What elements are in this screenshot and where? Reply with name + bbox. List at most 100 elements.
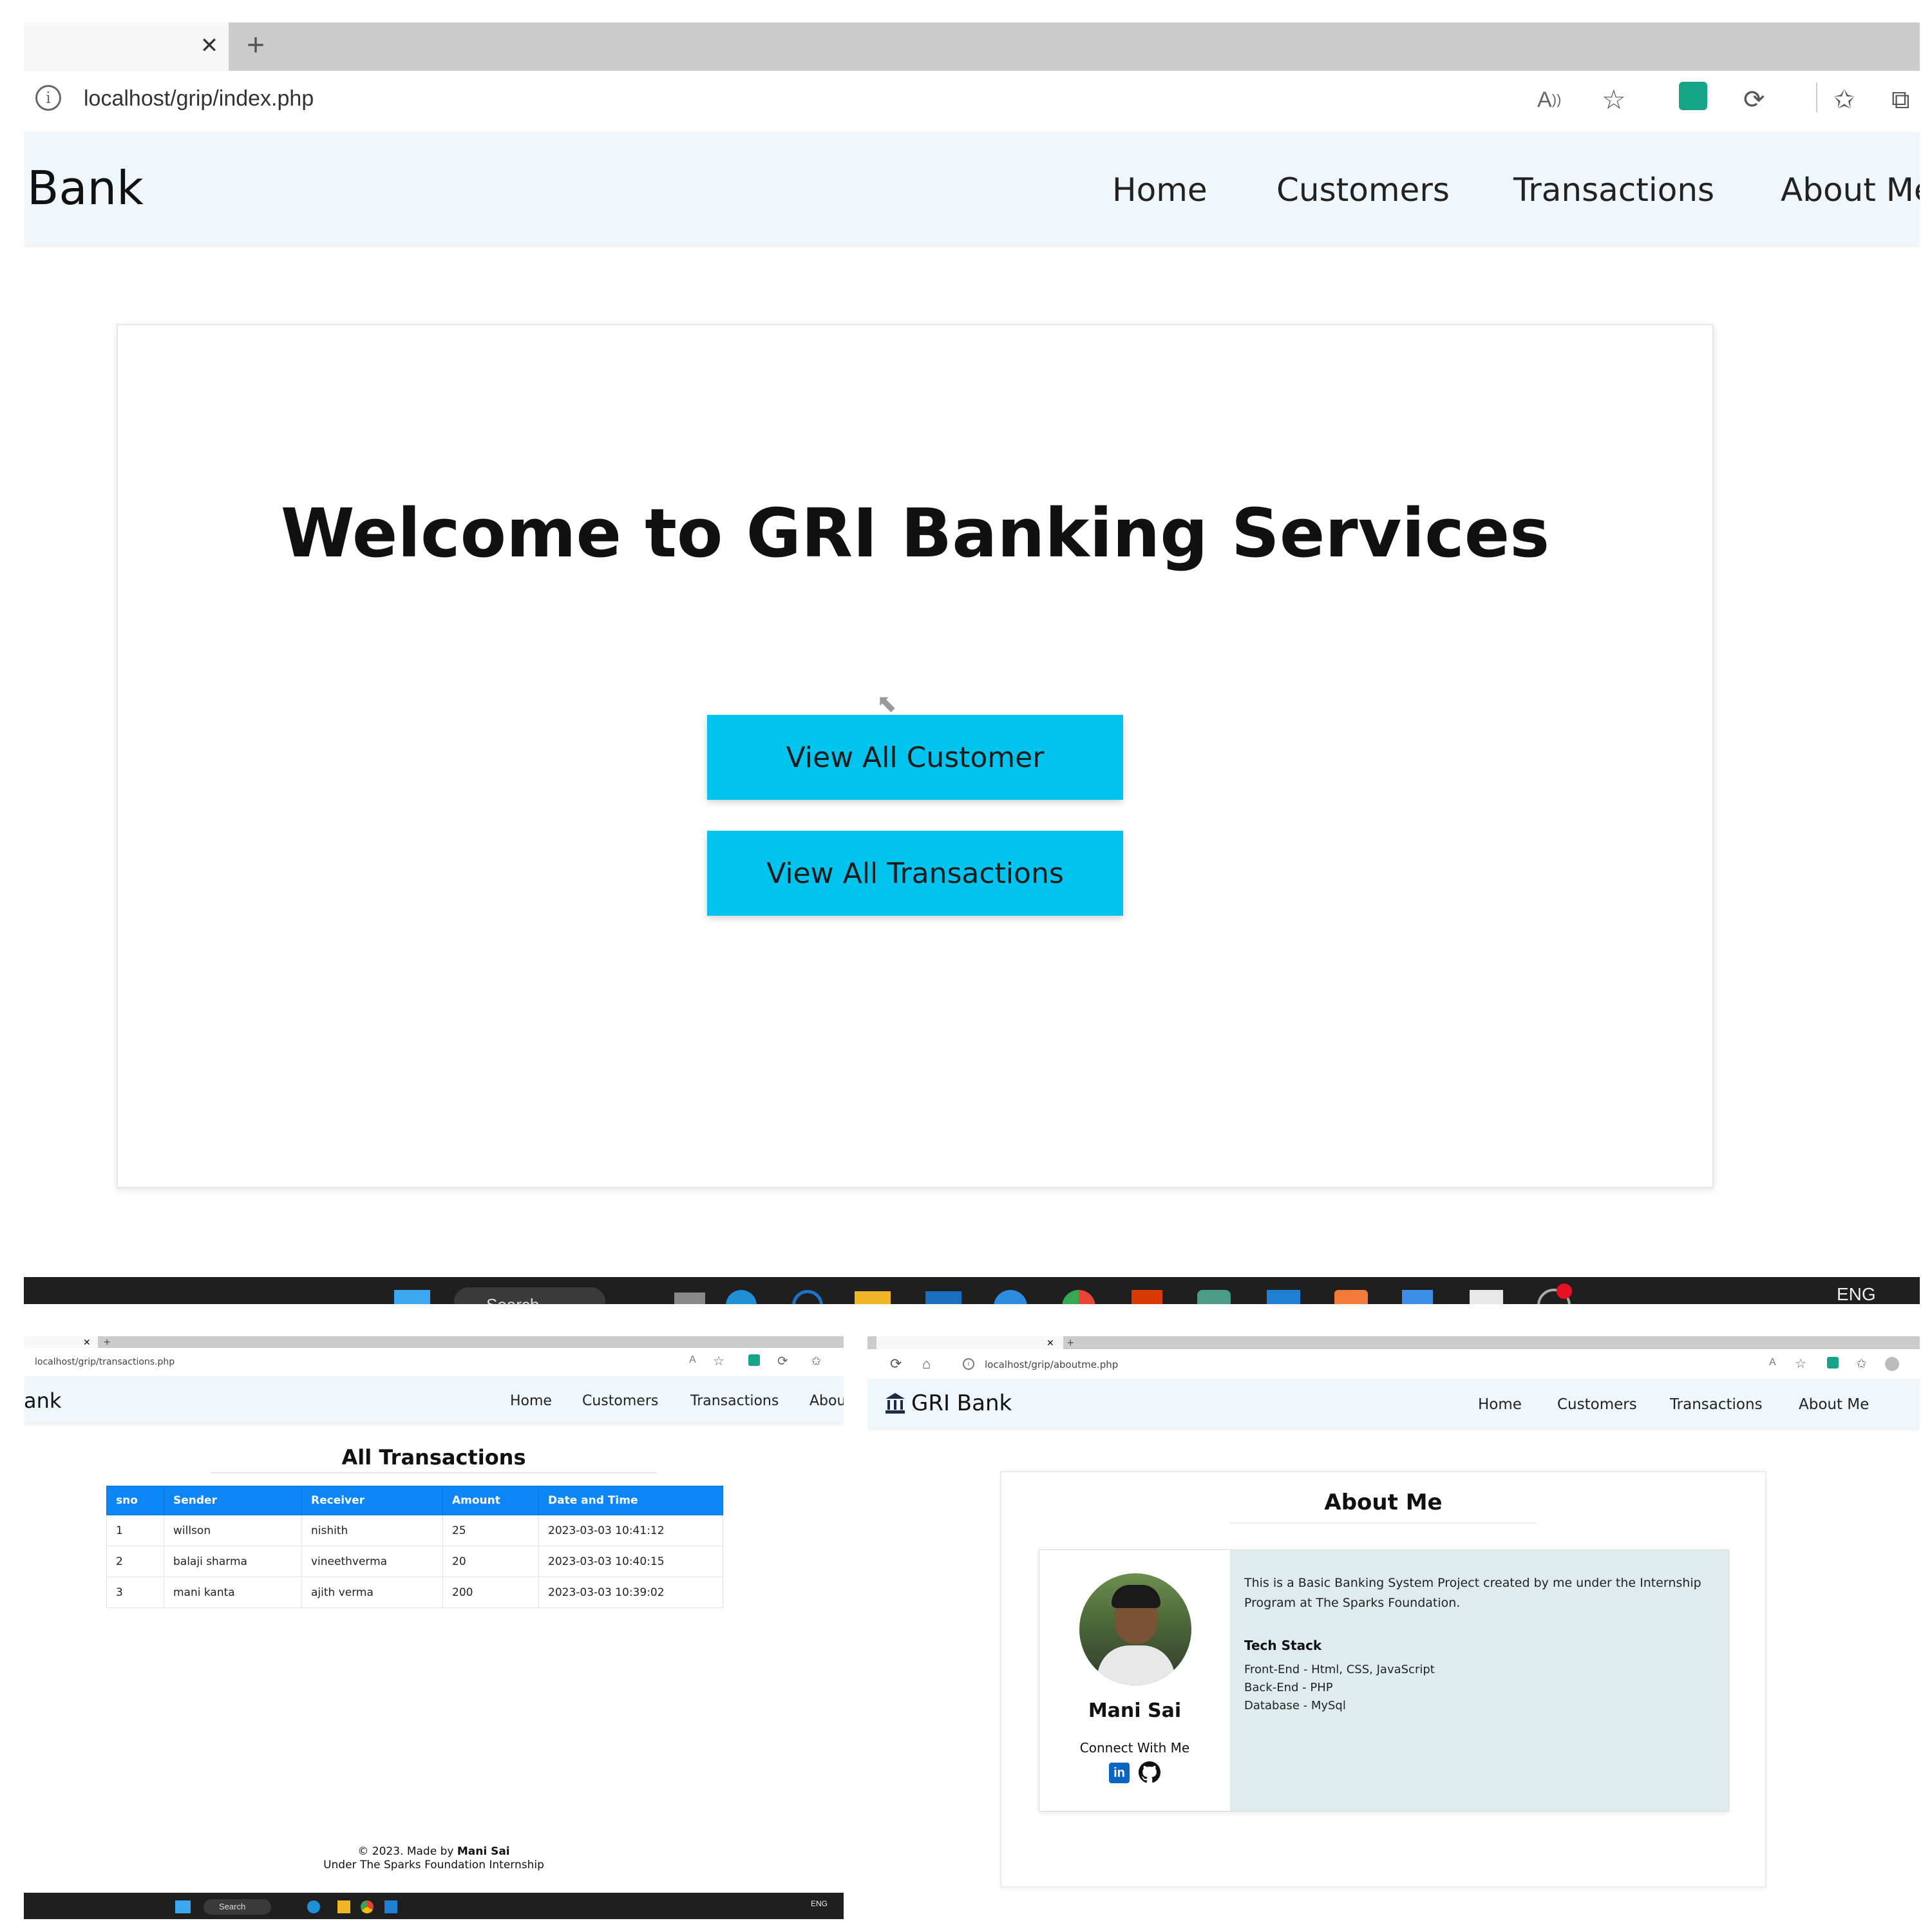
profile-box: Mani Sai Connect With Me in This is a Ba…	[1039, 1549, 1729, 1812]
language-indicator[interactable]: ENG	[1837, 1283, 1876, 1304]
brand-title[interactable]: ank	[24, 1389, 61, 1412]
read-aloud-icon[interactable]: A	[689, 1354, 696, 1366]
favorites-icon[interactable]: ✩	[1833, 85, 1866, 115]
plus-icon[interactable]: +	[1067, 1336, 1079, 1349]
transactions-table: sno Sender Receiver Amount Date and Time…	[106, 1486, 723, 1608]
avatar-shirt	[1097, 1645, 1175, 1685]
favorite-add-icon[interactable]: ☆	[713, 1353, 724, 1369]
cell-datetime: 2023-03-03 10:39:02	[538, 1577, 723, 1608]
browser-tab[interactable]: ✕	[24, 1336, 98, 1348]
profile-icon[interactable]	[1885, 1357, 1899, 1371]
language-indicator[interactable]: ENG	[811, 1899, 828, 1908]
browser-tab[interactable]: ✕	[876, 1336, 1063, 1349]
url-text[interactable]: localhost/grip/index.php	[84, 82, 314, 115]
task-view-icon[interactable]	[674, 1293, 705, 1304]
xampp-icon[interactable]	[1334, 1290, 1368, 1304]
favorites-icon[interactable]: ✩	[811, 1353, 822, 1369]
vscode-icon[interactable]	[384, 1900, 397, 1913]
taskbar-search[interactable]: Search	[454, 1287, 605, 1304]
cell-sno: 2	[106, 1546, 164, 1577]
main-browser-window: ✕ + i localhost/grip/index.php A)) ☆ ⟳ ✩…	[24, 23, 1920, 1304]
tab-strip: ✕ +	[24, 23, 1920, 71]
taskbar: Search ENG	[24, 1893, 844, 1919]
teamviewer-icon[interactable]	[994, 1290, 1027, 1304]
table-row: 1 willson nishith 25 2023-03-03 10:41:12	[106, 1515, 723, 1546]
taskbar-search[interactable]: Search	[204, 1899, 271, 1915]
connect-label: Connect With Me	[1079, 1740, 1190, 1756]
nav-about[interactable]: About Me	[1799, 1396, 1869, 1414]
url-text[interactable]: localhost/grip/aboutme.php	[985, 1358, 1118, 1371]
windows-start-icon[interactable]	[175, 1900, 191, 1913]
edge-icon[interactable]	[726, 1290, 757, 1304]
refresh-icon[interactable]: ⟳	[890, 1356, 902, 1372]
read-aloud-icon[interactable]: A	[1769, 1357, 1776, 1368]
brand-title[interactable]: GRI Bank	[911, 1390, 1012, 1416]
nav-about[interactable]: Abou	[810, 1393, 844, 1410]
nav-home[interactable]: Home	[1478, 1396, 1522, 1414]
notification-badge	[1557, 1283, 1572, 1299]
favorites-icon[interactable]: ✩	[1856, 1356, 1867, 1372]
refresh-icon[interactable]: ⟳	[1743, 85, 1776, 115]
read-aloud-icon[interactable]: A))	[1537, 85, 1569, 115]
chrome-icon[interactable]	[1062, 1290, 1095, 1304]
info-icon[interactable]: i	[963, 1358, 974, 1370]
view-transactions-button[interactable]: View All Transactions	[707, 831, 1123, 916]
nav-transactions[interactable]: Transactions	[1670, 1396, 1763, 1414]
cell-receiver: vineethverma	[301, 1546, 443, 1577]
chatgpt-icon[interactable]	[1197, 1290, 1231, 1304]
github-icon[interactable]	[1139, 1761, 1160, 1783]
office-icon[interactable]	[1132, 1290, 1162, 1304]
info-icon[interactable]: i	[35, 85, 61, 111]
vscode-icon[interactable]	[1267, 1290, 1300, 1304]
home-icon[interactable]: ⌂	[922, 1356, 931, 1372]
col-amount: Amount	[442, 1486, 539, 1515]
nav-home[interactable]: Home	[510, 1393, 552, 1410]
footer-line-1: © 2023. Made by Mani Sai	[24, 1844, 844, 1859]
favorite-add-icon[interactable]: ☆	[1795, 1356, 1806, 1372]
extension-icon[interactable]	[1827, 1357, 1839, 1368]
extension-icon[interactable]	[748, 1354, 760, 1366]
favorite-add-icon[interactable]: ☆	[1602, 85, 1634, 115]
notepad-icon[interactable]	[1402, 1290, 1433, 1304]
chrome-icon[interactable]	[361, 1900, 374, 1913]
nav-home[interactable]: Home	[1112, 171, 1208, 209]
close-icon[interactable]: ✕	[1046, 1336, 1057, 1349]
file-explorer-icon[interactable]	[337, 1900, 350, 1913]
file-explorer-icon[interactable]	[855, 1291, 891, 1304]
toolbar-divider	[1816, 82, 1817, 112]
info-box: This is a Basic Banking System Project c…	[1230, 1550, 1728, 1811]
mail-icon[interactable]	[925, 1291, 961, 1304]
nav-about[interactable]: About Me	[1781, 171, 1920, 209]
edge-icon[interactable]	[307, 1900, 320, 1913]
cell-amount: 20	[442, 1546, 539, 1577]
nav-customers[interactable]: Customers	[1276, 171, 1450, 209]
brand-title[interactable]: Bank	[27, 161, 144, 216]
cell-amount: 200	[442, 1577, 539, 1608]
url-text[interactable]: localhost/grip/transactions.php	[35, 1356, 175, 1368]
avatar-hair	[1112, 1585, 1160, 1608]
close-icon[interactable]: ✕	[196, 32, 222, 60]
nav-customers[interactable]: Customers	[582, 1393, 658, 1410]
collections-icon[interactable]: ⧉	[1891, 85, 1920, 115]
tab-strip: ✕ +	[24, 1336, 844, 1348]
nav-customers[interactable]: Customers	[1557, 1396, 1637, 1414]
nav-transactions[interactable]: Transactions	[1513, 171, 1714, 209]
refresh-icon[interactable]: ⟳	[777, 1353, 788, 1369]
tech-item-backend: Back-End - PHP	[1244, 1681, 1333, 1694]
plus-icon[interactable]: +	[240, 29, 271, 62]
browser-tab[interactable]: ✕	[24, 23, 229, 71]
taskbar: Search ENG	[24, 1277, 1920, 1304]
tech-item-database: Database - MySql	[1244, 1699, 1346, 1712]
extension-icon[interactable]	[1679, 82, 1707, 110]
plus-icon[interactable]: +	[104, 1336, 115, 1348]
windows-start-icon[interactable]	[394, 1290, 430, 1304]
store-icon[interactable]	[1470, 1290, 1503, 1304]
mouse-cursor-icon: ⬉	[876, 690, 897, 717]
view-customers-button[interactable]: View All Customer	[707, 715, 1123, 800]
close-icon[interactable]: ✕	[83, 1336, 93, 1348]
table-row: 2 balaji sharma vineethverma 20 2023-03-…	[106, 1546, 723, 1577]
cortana-icon[interactable]	[792, 1290, 823, 1304]
transactions-browser-window: ✕ + localhost/grip/transactions.php A ☆ …	[24, 1325, 844, 1919]
nav-transactions[interactable]: Transactions	[690, 1393, 779, 1410]
linkedin-icon[interactable]: in	[1109, 1763, 1130, 1783]
